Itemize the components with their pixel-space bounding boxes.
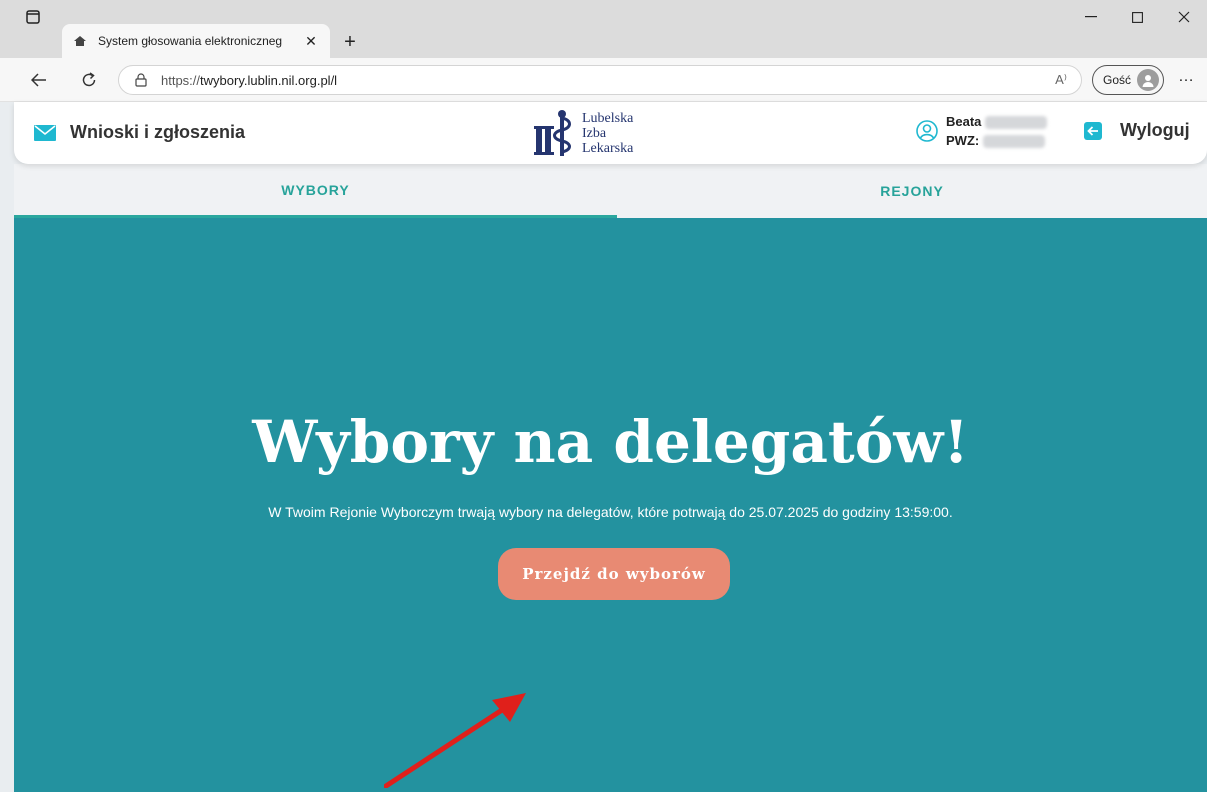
hero-title: Wybory na delegatów! bbox=[252, 408, 969, 476]
logo-line-2: Izba bbox=[582, 125, 607, 141]
go-to-elections-button[interactable]: Przejdź do wyborów bbox=[498, 548, 730, 600]
reload-icon[interactable] bbox=[76, 68, 102, 92]
logo-line-1: Lubelska bbox=[582, 110, 634, 126]
guest-avatar-icon bbox=[1137, 69, 1160, 91]
user-first-name: Beata bbox=[946, 114, 982, 129]
back-arrow-icon[interactable] bbox=[26, 68, 52, 92]
redacted-pwz-number bbox=[983, 135, 1046, 149]
url-protocol: https:// bbox=[161, 72, 201, 88]
page-tabs: WYBORY REJONY bbox=[14, 164, 1207, 218]
site-header: Wnioski i zgłoszenia Lubelska Izba Lekar… bbox=[14, 102, 1207, 164]
browser-tab[interactable]: System głosowania elektroniczneg ✕ bbox=[62, 24, 330, 58]
hero-subtitle: W Twoim Rejonie Wyborczym trwają wybory … bbox=[268, 504, 953, 520]
tab-wybory[interactable]: WYBORY bbox=[14, 164, 617, 218]
logout-label: Wyloguj bbox=[1120, 120, 1190, 140]
chamber-logo[interactable]: Lubelska Izba Lekarska bbox=[534, 106, 633, 160]
close-tab-icon[interactable]: ✕ bbox=[302, 33, 320, 50]
chamber-logo-text: Lubelska Izba Lekarska bbox=[582, 111, 633, 156]
redacted-surname bbox=[985, 116, 1048, 130]
more-options-icon[interactable]: … bbox=[1178, 68, 1195, 86]
logo-line-3: Lekarska bbox=[582, 140, 634, 156]
election-hero: Wybory na delegatów! W Twoim Rejonie Wyb… bbox=[14, 218, 1207, 792]
logout-button[interactable]: Wyloguj bbox=[1084, 120, 1190, 141]
chamber-logo-mark bbox=[534, 110, 571, 156]
maximize-icon[interactable] bbox=[1114, 0, 1160, 34]
browser-toolbar: https:// twybory.lublin.nil.org.pl/l A⁾ … bbox=[0, 58, 1207, 102]
user-icon bbox=[916, 120, 938, 142]
tab-actions-icon[interactable] bbox=[10, 0, 56, 34]
annotation-arrow-icon bbox=[384, 693, 526, 788]
close-window-icon[interactable] bbox=[1161, 0, 1207, 34]
minimize-icon[interactable] bbox=[1068, 0, 1114, 34]
envelope-icon bbox=[34, 124, 56, 141]
site-favicon-icon bbox=[72, 34, 88, 48]
guest-label: Gość bbox=[1103, 73, 1132, 87]
guest-profile-button[interactable]: Gość bbox=[1092, 65, 1165, 95]
requests-link[interactable]: Wnioski i zgłoszenia bbox=[34, 122, 245, 143]
browser-tab-bar: System głosowania elektroniczneg ✕ + bbox=[0, 0, 1207, 58]
pwz-label: PWZ: bbox=[946, 133, 980, 148]
tab-title: System głosowania elektroniczneg bbox=[98, 34, 283, 48]
url-host: twybory.lublin.nil.org.pl/l bbox=[200, 72, 338, 88]
read-aloud-icon[interactable]: A⁾ bbox=[1055, 72, 1067, 88]
tab-rejony[interactable]: REJONY bbox=[617, 164, 1207, 218]
address-bar[interactable]: https:// twybory.lublin.nil.org.pl/l A⁾ bbox=[118, 65, 1082, 95]
requests-label: Wnioski i zgłoszenia bbox=[70, 122, 246, 142]
new-tab-button[interactable]: + bbox=[338, 30, 362, 54]
lock-icon[interactable] bbox=[133, 72, 149, 88]
page-content: Wnioski i zgłoszenia Lubelska Izba Lekar… bbox=[0, 102, 1207, 792]
user-info[interactable]: Beata PWZ: bbox=[916, 112, 1048, 150]
logout-icon bbox=[1084, 121, 1102, 140]
